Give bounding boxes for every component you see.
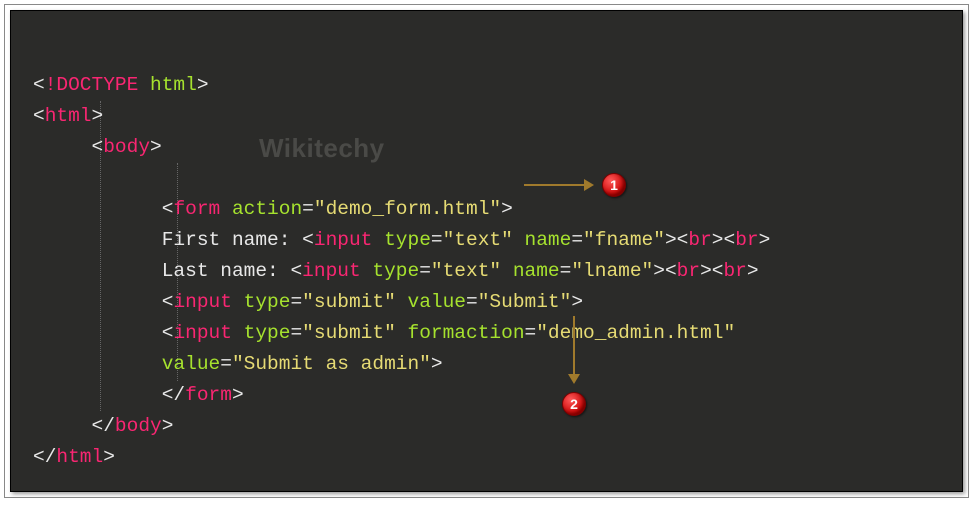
code-line-10: value="Submit as admin"> xyxy=(33,353,443,375)
code-line-11: </form> xyxy=(33,384,244,406)
code-line-9: <input type="submit" formaction="demo_ad… xyxy=(33,322,735,344)
code-line-7: Last name: <input type="text" name="lnam… xyxy=(33,260,759,282)
code-line-2: <html> xyxy=(33,105,103,127)
code-line-5: <form action="demo_form.html"> xyxy=(33,198,513,220)
code-line-8: <input type="submit" value="Submit"> xyxy=(33,291,583,313)
code-content: <!DOCTYPE html> <html> <body> <form acti… xyxy=(11,11,962,532)
code-snippet-panel: Wikitechy <!DOCTYPE html> <html> <body> … xyxy=(10,10,963,492)
code-line-1: <!DOCTYPE html> xyxy=(33,74,209,96)
code-line-12: </body> xyxy=(33,415,173,437)
code-line-13: </html> xyxy=(33,446,115,468)
code-line-3: <body> xyxy=(33,136,162,158)
code-line-6: First name: <input type="text" name="fna… xyxy=(33,229,770,251)
